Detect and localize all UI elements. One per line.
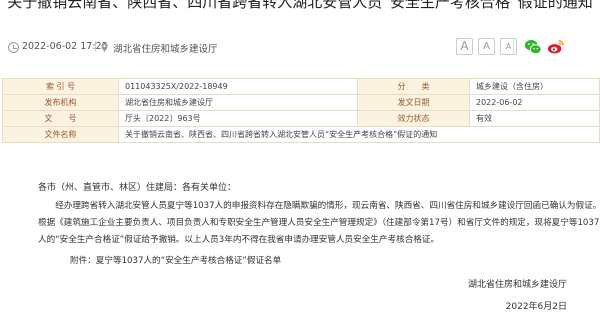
table-row: 文 号 厅头〔2022〕963号 效力状态 有效 [2,110,600,127]
clock-icon [8,42,19,53]
paragraph-line: 人的“安全生产合格证”假证给予撤销。以上人员3年内不得在我省申请办理安管人员安全… [38,235,440,245]
font-medium-button[interactable]: A [478,38,495,55]
table-row: 索 引 号 011043325X/2022-18949 分 类 城乡建设（含住房… [2,78,600,95]
index-value: 011043325X/2022-18949 [118,78,358,95]
font-large-button[interactable]: A [456,38,473,55]
signature-date: 2022年6月2日 [505,302,567,312]
index-label: 索 引 号 [2,78,119,95]
signature: 湖北省住房和城乡建设厅 [467,280,567,290]
font-small-button[interactable]: A [500,38,517,55]
separator: | [94,41,98,52]
document-info-table: 索 引 号 011043325X/2022-18949 分 类 城乡建设（含住房… [2,78,600,143]
table-row: 发布机构 湖北省住房和城乡建设厅 发文日期 2022-06-02 [2,94,600,111]
issue-date-label: 发文日期 [357,94,470,111]
file-name-label: 文件名称 [2,126,119,143]
meta-bar: 2022-06-02 17:22 | 湖北省住房和城乡建设厅 A A A [0,35,600,63]
paragraph-line: 根据《建筑施工企业主要负责人、项目负责人和专职安全生产管理人员安全生产管理规定》… [38,218,600,228]
category-label: 分 类 [357,78,470,95]
wechat-icon[interactable] [524,38,542,56]
weibo-icon[interactable] [547,38,565,56]
body-paragraph: 经办理跨省转入湖北安管人员夏宁等1037人的申报资料存在隐瞒欺骗的情形，现云南省… [38,198,600,249]
doc-no-value: 厅头〔2022〕963号 [118,110,358,127]
issuer-label: 发布机构 [2,94,119,111]
category-value: 城乡建设（含住房） [469,78,600,95]
paragraph-line: 经办理跨省转入湖北安管人员夏宁等1037人的申报资料存在隐瞒欺骗的情形，现云南省… [55,201,600,211]
source-link[interactable]: 湖北省住房和城乡建设厅 [113,41,218,55]
location-icon [101,43,108,52]
divider [513,39,514,55]
issue-date-value: 2022-06-02 [469,94,600,111]
issuer-value: 湖北省住房和城乡建设厅 [118,94,358,111]
doc-no-label: 文 号 [2,110,119,127]
page-title: 关于撤销云南省、陕西省、四川省跨省转入湖北安管人员“安全生产考核合格”假证的通知 [7,0,593,11]
validity-value: 有效 [469,110,600,127]
validity-label: 效力状态 [357,110,470,127]
attachment-link[interactable]: 附件：夏宁等1037人的“安全生产考核合格证”假证名单 [70,254,281,266]
greeting: 各市（州、直管市、林区）住建局：各有关单位： [38,183,237,193]
file-name-value: 关于撤销云南省、陕西省、四川省跨省转入湖北安管人员“安全生产考核合格”假证的通知 [118,126,600,143]
table-row: 文件名称 关于撤销云南省、陕西省、四川省跨省转入湖北安管人员“安全生产考核合格”… [2,126,600,143]
